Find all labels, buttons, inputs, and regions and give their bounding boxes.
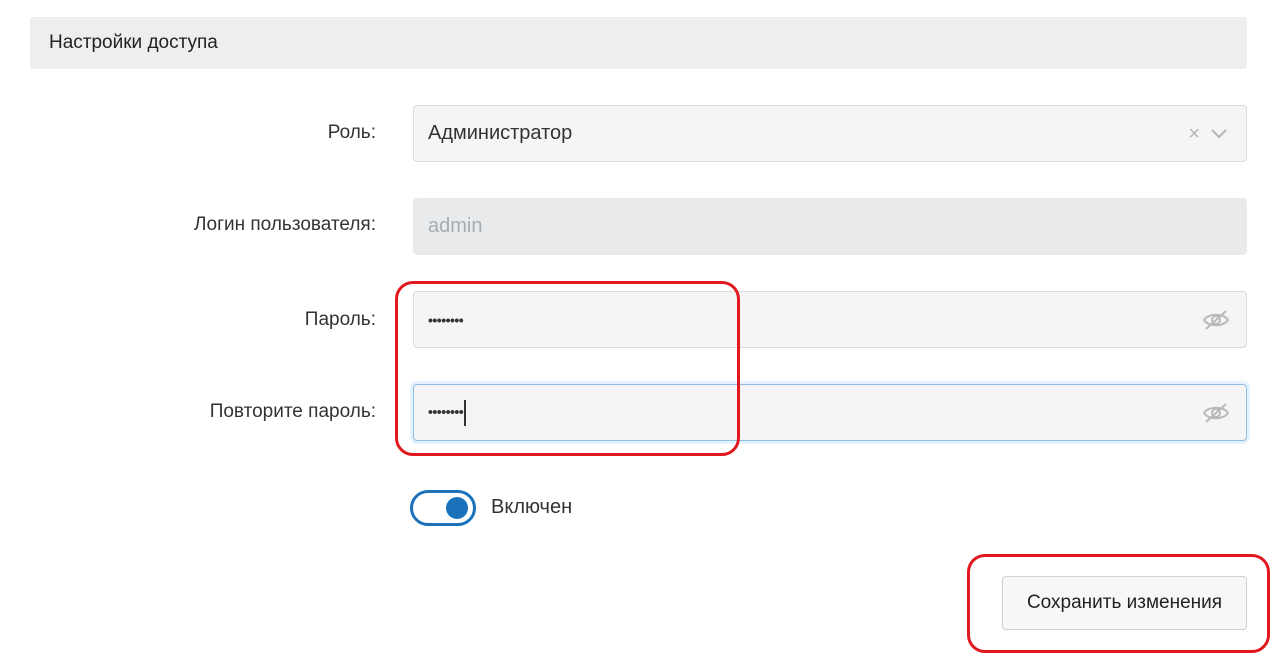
enabled-toggle[interactable] <box>410 490 476 526</box>
role-label: Роль: <box>327 122 376 143</box>
login-value: admin <box>428 215 483 237</box>
section-header: Настройки доступа <box>30 17 1247 69</box>
password-label: Пароль: <box>304 309 376 330</box>
enabled-label: Включен <box>491 496 573 518</box>
password-repeat-label: Повторите пароль: <box>209 401 376 422</box>
save-highlight-box <box>967 554 1270 653</box>
login-field: admin <box>413 198 1247 255</box>
chevron-down-icon[interactable] <box>1210 128 1228 140</box>
role-value: Администратор <box>428 122 573 144</box>
section-title: Настройки доступа <box>49 32 218 53</box>
close-icon[interactable]: × <box>1188 124 1200 144</box>
password-highlight-box <box>395 281 740 456</box>
eye-slash-icon[interactable] <box>1202 402 1246 424</box>
login-label: Логин пользователя: <box>194 214 376 235</box>
eye-slash-icon[interactable] <box>1202 309 1246 331</box>
role-select[interactable]: Администратор × <box>413 105 1247 162</box>
toggle-knob <box>446 497 468 519</box>
